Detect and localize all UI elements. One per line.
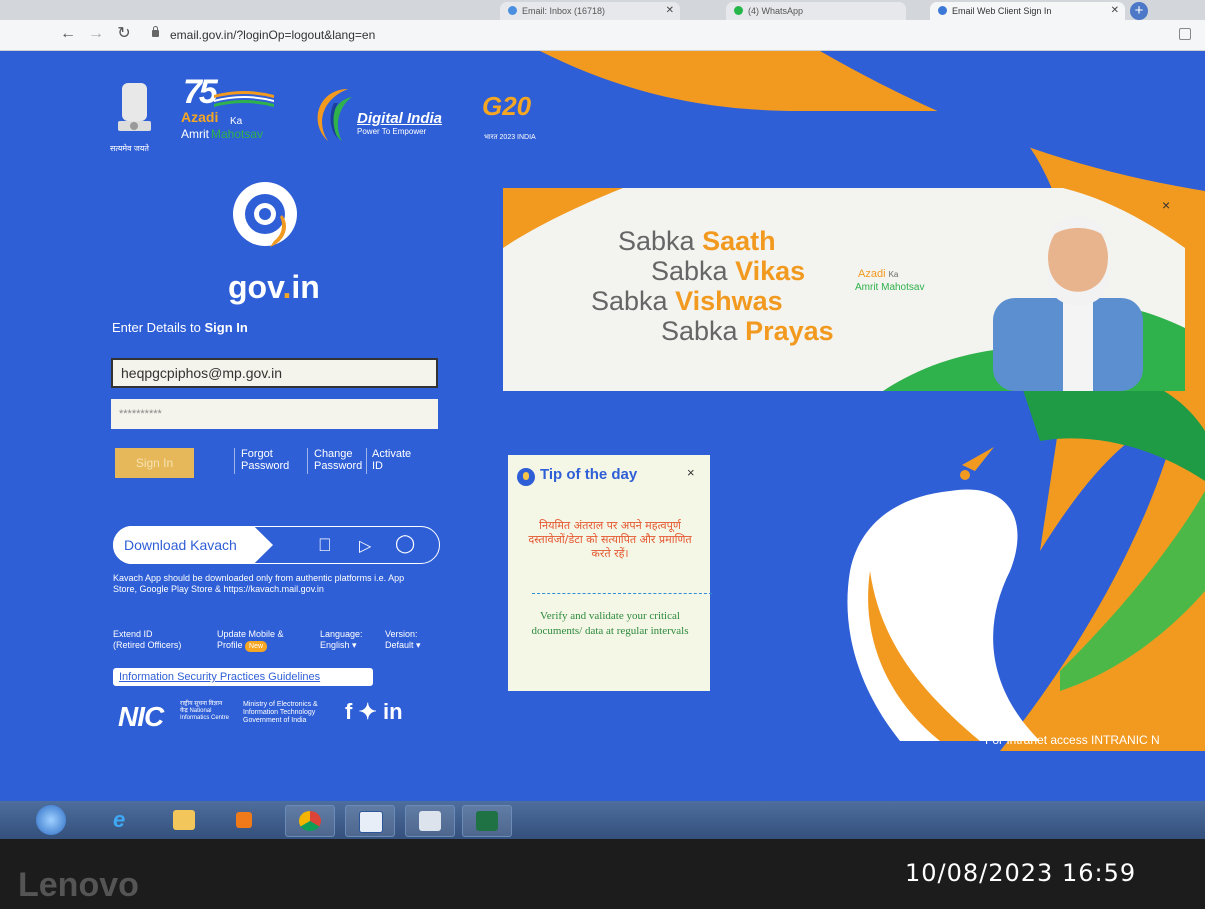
tip-text-hindi: नियमित अंतराल पर अपने महत्वपूर्ण दस्तावे… bbox=[528, 519, 692, 560]
twitter-icon[interactable]: ✦ bbox=[358, 699, 376, 724]
linkedin-icon[interactable]: in bbox=[383, 699, 403, 724]
nic-logo: NIC bbox=[118, 701, 164, 732]
photo-timestamp: 10/08/2023 16:59 bbox=[905, 859, 1137, 887]
amrit-75-logo: 75 bbox=[183, 73, 218, 111]
slogan-line-2: Sabka Vikas bbox=[651, 256, 806, 286]
taskbar-word[interactable] bbox=[345, 805, 395, 837]
digital-india-title: Digital India bbox=[357, 110, 443, 127]
new-tab-button[interactable]: + bbox=[1130, 2, 1148, 20]
tricolor-flag-icon bbox=[214, 91, 274, 107]
lenovo-brand-logo: Lenovo bbox=[18, 866, 139, 904]
password-input[interactable] bbox=[111, 399, 438, 429]
web-page: सत्यमेव जयते 75 Azadi Ka Amrit Mahotsav … bbox=[0, 51, 1205, 801]
forgot-password-link[interactable]: Forgot Password bbox=[241, 448, 289, 472]
nic-app-icon bbox=[419, 811, 441, 831]
folder-icon bbox=[173, 810, 195, 830]
g20-subtitle: भारत 2023 INDIA bbox=[484, 134, 536, 141]
excel-icon bbox=[476, 811, 498, 831]
download-kavach-label: Download Kavach bbox=[124, 537, 237, 553]
divider bbox=[234, 448, 235, 474]
start-button[interactable] bbox=[36, 805, 66, 835]
play-store-icon[interactable]: ▷ bbox=[359, 536, 371, 556]
taskbar-excel[interactable] bbox=[462, 805, 512, 837]
lock-icon[interactable] bbox=[152, 26, 159, 37]
digital-india-swirl-icon bbox=[317, 89, 352, 141]
tab-whatsapp[interactable]: (4) WhatsApp bbox=[726, 2, 906, 20]
close-icon[interactable]: ✕ bbox=[1111, 2, 1119, 20]
amrit-mahotsav-text: Mahotsav bbox=[211, 127, 264, 141]
update-mobile-profile-link[interactable]: Update Mobile & Profile New bbox=[217, 629, 284, 652]
divider bbox=[307, 448, 308, 474]
at-sign-logo-icon bbox=[233, 182, 297, 247]
version-select[interactable]: Version: Default ▾ bbox=[385, 629, 421, 651]
chevron-down-icon: ▾ bbox=[352, 640, 357, 650]
slogan-line-3: Sabka Vishwas bbox=[591, 286, 783, 316]
kavach-note: Kavach App should be downloaded only fro… bbox=[113, 573, 405, 594]
signin-heading: Enter Details to Sign In bbox=[112, 320, 248, 335]
shield-icon[interactable]: ◯ bbox=[395, 533, 415, 554]
tip-of-the-day-card bbox=[508, 455, 710, 691]
lightbulb-icon bbox=[517, 468, 535, 486]
g20-logo: G20 bbox=[482, 91, 532, 121]
apple-icon[interactable]:  bbox=[318, 535, 332, 556]
tab-email-web-client[interactable]: Email Web Client Sign In ✕ bbox=[930, 2, 1125, 20]
browser-tab-strip: Email: Inbox (16718) ✕ (4) WhatsApp Email… bbox=[0, 0, 1205, 20]
tip-title: Tip of the day bbox=[540, 466, 638, 483]
taskbar-explorer[interactable] bbox=[160, 805, 208, 835]
reload-icon[interactable]: ↻ bbox=[114, 24, 134, 44]
media-player-icon bbox=[236, 812, 252, 828]
tip-divider bbox=[532, 593, 712, 594]
share-icon[interactable] bbox=[1179, 28, 1191, 40]
word-document-icon bbox=[359, 811, 383, 833]
national-emblem-icon bbox=[118, 83, 151, 131]
chevron-down-icon: ▾ bbox=[416, 640, 421, 650]
username-input[interactable] bbox=[111, 358, 438, 388]
slogan-line-4: Sabka Prayas bbox=[661, 316, 834, 346]
intranet-access-link[interactable]: For Intranet access INTRANIC N bbox=[985, 733, 1160, 747]
facebook-icon[interactable]: f bbox=[345, 699, 352, 724]
taskbar-media[interactable] bbox=[220, 805, 268, 835]
monitor-screen: Email: Inbox (16718) ✕ (4) WhatsApp Email… bbox=[0, 0, 1205, 909]
close-icon[interactable]: ✕ bbox=[666, 2, 674, 20]
browser-toolbar: ← → ↻ email.gov.in/?loginOp=logout&lang=… bbox=[0, 20, 1205, 51]
language-select[interactable]: Language: English ▾ bbox=[320, 629, 363, 651]
tip-text-english: Verify and validate your critical docume… bbox=[531, 610, 689, 637]
info-security-guidelines-link[interactable]: Information Security Practices Guideline… bbox=[113, 668, 373, 686]
close-icon[interactable]: × bbox=[687, 465, 695, 480]
extend-id-link[interactable]: Extend ID (Retired Officers) bbox=[113, 629, 181, 651]
nic-caption: राष्ट्रीय सूचना विज्ञान केंद्र National … bbox=[180, 701, 230, 721]
tab-email-inbox[interactable]: Email: Inbox (16718) ✕ bbox=[500, 2, 680, 20]
internet-explorer-icon: e bbox=[113, 807, 126, 832]
activate-id-link[interactable]: Activate ID bbox=[372, 448, 411, 472]
new-badge: New bbox=[245, 641, 268, 652]
divider bbox=[366, 448, 367, 474]
chrome-icon bbox=[299, 811, 321, 831]
back-arrow-icon[interactable]: ← bbox=[58, 24, 78, 44]
amrit-azadi-text: Azadi bbox=[181, 109, 219, 125]
whatsapp-icon bbox=[734, 6, 743, 15]
gov-in-logo: gov.in bbox=[228, 269, 320, 305]
promo-banner: Sabka Saath Sabka Vikas Sabka Vishwas Sa… bbox=[503, 188, 1185, 391]
forward-arrow-icon[interactable]: → bbox=[86, 24, 106, 44]
taskbar-nic[interactable] bbox=[405, 805, 455, 837]
email-favicon-icon bbox=[938, 6, 947, 15]
windows-taskbar: e bbox=[0, 801, 1205, 839]
emblem-caption: सत्यमेव जयते bbox=[110, 144, 149, 153]
meity-caption: Ministry of Electronics & Information Te… bbox=[243, 701, 318, 724]
banner-amrit-line: Amrit Mahotsav bbox=[855, 282, 925, 293]
taskbar-ie[interactable]: e bbox=[100, 805, 148, 835]
taskbar-chrome[interactable] bbox=[285, 805, 335, 837]
slogan-line-1: Sabka Saath bbox=[618, 226, 776, 256]
close-icon[interactable]: × bbox=[1162, 197, 1170, 213]
email-favicon-icon bbox=[508, 6, 517, 15]
amrit-ka-text: Ka bbox=[230, 116, 243, 127]
digital-india-tagline: Power To Empower bbox=[357, 127, 427, 136]
social-links[interactable]: f ✦ in bbox=[345, 699, 403, 725]
change-password-link[interactable]: Change Password bbox=[314, 448, 362, 472]
address-bar[interactable]: email.gov.in/?loginOp=logout&lang=en bbox=[170, 25, 375, 45]
amrit-amrit-text: Amrit bbox=[181, 127, 209, 141]
banner-amrit-azadi: Azadi Ka bbox=[858, 268, 899, 280]
sign-in-button[interactable]: Sign In bbox=[115, 448, 194, 478]
